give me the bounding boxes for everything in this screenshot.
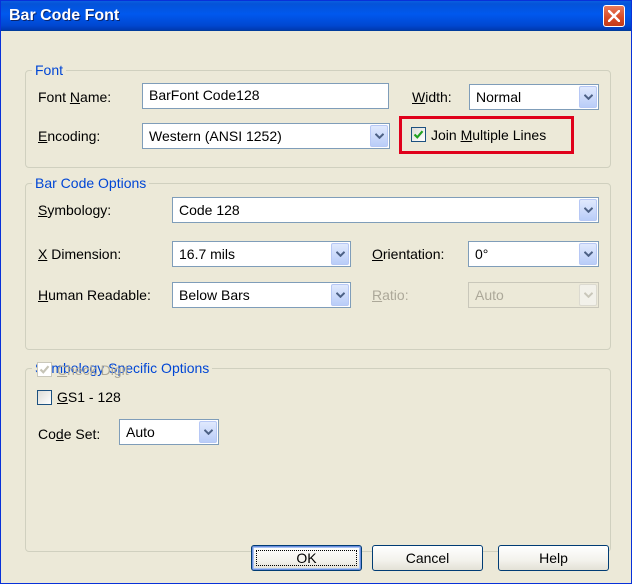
ok-button-focus-ring (256, 550, 357, 566)
code-set-label-accel: d (55, 426, 64, 442)
checkmark-icon (39, 365, 50, 374)
orientation-label-accel: O (372, 246, 383, 262)
orientation-label-suffix: rientation: (382, 246, 445, 262)
encoding-select-value: Western (ANSI 1252) (149, 128, 282, 144)
human-readable-select-dropdown[interactable] (331, 284, 349, 306)
symbology-select[interactable]: Code 128 (172, 197, 599, 223)
chevron-down-icon (584, 292, 593, 298)
close-button[interactable] (603, 5, 625, 27)
symbology-select-dropdown[interactable] (579, 199, 597, 221)
symbology-label: Symbology: (38, 202, 111, 218)
title-bar[interactable]: Bar Code Font (1, 1, 631, 31)
gs1-128-label[interactable]: GS1 - 128 (57, 389, 121, 405)
x-dimension-select-dropdown[interactable] (331, 243, 349, 265)
x-dimension-select[interactable]: 16.7 mils (172, 241, 351, 267)
human-readable-label-accel: H (38, 287, 49, 303)
ratio-label: Ratio: (372, 287, 409, 303)
help-button-label: Help (539, 550, 568, 566)
font-name-input[interactable]: BarFont Code128 (142, 83, 389, 109)
bar-code-font-dialog: Bar Code Font Font Font Name: BarFont Co… (0, 0, 632, 584)
font-name-label: Font Name: (38, 89, 111, 105)
font-name-label-suffix: ame: (80, 89, 112, 105)
symbology-label-suffix: ymbology: (47, 202, 112, 218)
join-lines-label-accel: M (460, 127, 473, 143)
dialog-content: Font Font Name: BarFont Code128 Width: N… (6, 32, 626, 582)
code-set-select[interactable]: Auto (119, 419, 219, 445)
chevron-down-icon (375, 133, 384, 139)
join-lines-label-suffix: ultiple Lines (472, 127, 547, 143)
close-icon (608, 10, 620, 22)
encoding-label-suffix: ncoding: (47, 128, 101, 144)
font-group-legend: Font (35, 62, 64, 78)
orientation-select-value: 0° (475, 246, 489, 262)
chevron-down-icon (204, 429, 213, 435)
human-readable-select-value: Below Bars (179, 287, 250, 303)
help-button[interactable]: Help (498, 545, 609, 571)
width-label-suffix: idth: (425, 89, 452, 105)
cancel-button-label: Cancel (405, 550, 450, 566)
chevron-down-icon (584, 207, 593, 213)
symbology-select-value: Code 128 (179, 202, 240, 218)
ratio-label-suffix: atio: (382, 287, 409, 303)
code-set-select-value: Auto (126, 424, 155, 440)
human-readable-select[interactable]: Below Bars (172, 282, 351, 308)
chevron-down-icon (336, 292, 345, 298)
code-set-label-suffix: e Set: (63, 426, 101, 442)
chevron-down-icon (584, 94, 593, 100)
font-name-label-prefix: Font (38, 89, 70, 105)
ratio-label-accel: R (372, 287, 383, 303)
encoding-label: Encoding: (38, 128, 100, 144)
check-digit-label-suffix: heck Digit (67, 362, 129, 378)
human-readable-label-suffix: uman Readable: (48, 287, 151, 303)
code-set-label-prefix: Co (38, 426, 56, 442)
x-dimension-select-value: 16.7 mils (179, 246, 236, 262)
barcode-options-legend: Bar Code Options (35, 175, 147, 191)
font-name-label-accel: N (69, 89, 81, 105)
orientation-select-dropdown[interactable] (579, 243, 597, 265)
width-label: Width: (412, 89, 452, 105)
ratio-select: Auto (468, 282, 599, 308)
check-digit-label: Check Digit (57, 362, 129, 378)
width-select-value: Normal (476, 89, 522, 105)
width-label-accel: W (412, 89, 426, 105)
code-set-label: Code Set: (38, 426, 100, 442)
code-set-select-dropdown[interactable] (199, 421, 217, 443)
gs1-128-checkbox[interactable] (37, 390, 52, 405)
x-dimension-label-accel: X (38, 246, 48, 262)
cancel-button[interactable]: Cancel (372, 545, 483, 571)
width-select-dropdown[interactable] (579, 86, 597, 108)
x-dimension-label: X Dimension: (38, 246, 121, 262)
gs1-128-label-suffix: S1 - 128 (67, 389, 121, 405)
encoding-select-dropdown[interactable] (370, 125, 388, 147)
join-lines-checkbox[interactable] (411, 127, 426, 142)
gs1-128-label-accel: G (57, 389, 68, 405)
encoding-label-accel: E (38, 128, 48, 144)
chevron-down-icon (584, 251, 593, 257)
chevron-down-icon (336, 251, 345, 257)
symbology-label-accel: S (38, 202, 48, 218)
orientation-select[interactable]: 0° (468, 241, 599, 267)
human-readable-label: Human Readable: (38, 287, 151, 303)
join-lines-label[interactable]: Join Multiple Lines (431, 127, 546, 143)
check-digit-checkbox (37, 362, 52, 377)
width-select[interactable]: Normal (469, 84, 599, 110)
window-title: Bar Code Font (9, 7, 120, 24)
ok-button[interactable]: OK (251, 545, 362, 571)
ratio-select-dropdown (579, 284, 597, 306)
checkmark-icon (413, 130, 424, 139)
join-lines-label-prefix: Join (431, 127, 461, 143)
encoding-select[interactable]: Western (ANSI 1252) (142, 123, 390, 149)
x-dimension-label-suffix: Dimension: (47, 246, 122, 262)
ratio-select-value: Auto (475, 287, 504, 303)
orientation-label: Orientation: (372, 246, 444, 262)
check-digit-label-accel: C (57, 362, 68, 378)
